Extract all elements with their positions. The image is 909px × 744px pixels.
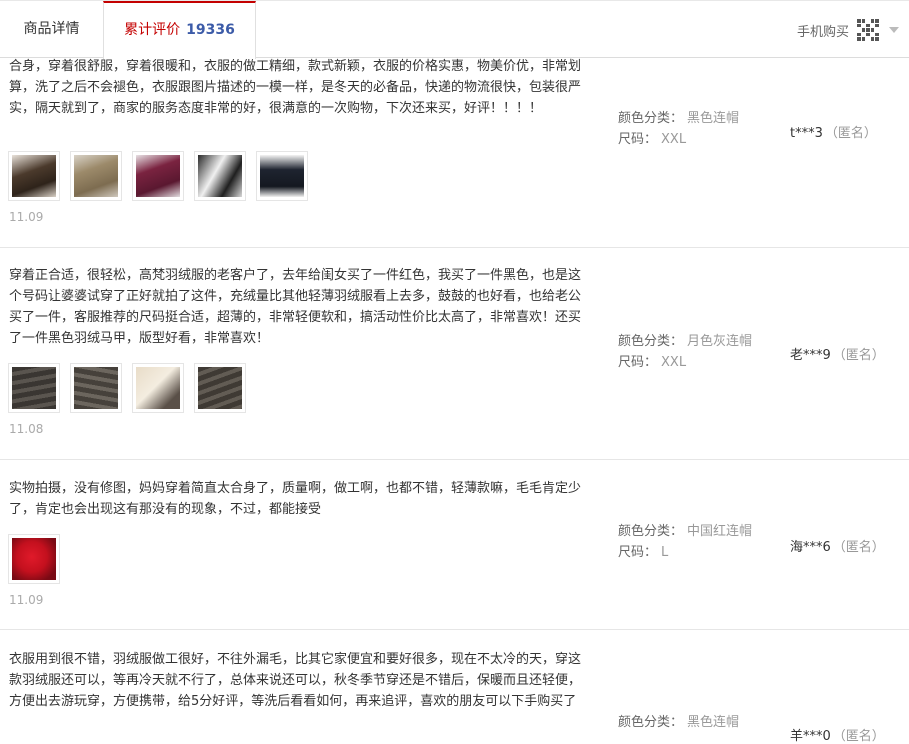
review-item: 合身，穿着很舒服，穿着很暖和，衣服的做工精细，款式新颖，衣服的价格实惠，物美价优… (0, 48, 909, 248)
review-user: 羊***0 （匿名） (790, 725, 885, 744)
review-text: 衣服用到很不错，羽绒服做工很好，不往外漏毛，比其它家便宜和要好很多，现在不太冷的… (9, 652, 582, 709)
size-value: XXL (661, 355, 687, 370)
review-photo[interactable] (132, 363, 184, 413)
anonymous-tag: （匿名） (832, 348, 885, 363)
tab-reviews-label: 累计评价 (124, 22, 181, 38)
user-name: 海***6 (790, 540, 831, 555)
review-date: 11.09 (9, 593, 44, 607)
review-user: 老***9 （匿名） (790, 344, 885, 363)
review-photo[interactable] (194, 363, 246, 413)
review-text: 合身，穿着很舒服，穿着很暖和，衣服的做工精细，款式新颖，衣服的价格实惠，物美价优… (9, 59, 582, 116)
review-item: 衣服用到很不错，羽绒服做工很好，不往外漏毛，比其它家便宜和要好很多，现在不太冷的… (0, 630, 909, 744)
review-photo[interactable] (70, 151, 122, 201)
review-date: 11.09 (9, 210, 44, 224)
review-sku: 颜色分类： 中国红连帽 尺码： L (618, 521, 752, 563)
review-user: t***3 （匿名） (790, 122, 877, 141)
review-sku: 颜色分类： 月色灰连帽 尺码： XXL (618, 331, 752, 373)
color-value: 黑色连帽 (687, 715, 740, 730)
review-text: 穿着正合适，很轻松，高梵羽绒服的老客户了，去年给闺女买了一件红色，我买了一件黑色… (9, 268, 582, 346)
review-item: 实物拍摄，没有修图，妈妈穿着简直太合身了，质量啊，做工啊，也都不错，轻薄款嘛，毛… (0, 460, 909, 630)
review-photo[interactable] (70, 363, 122, 413)
user-name: 老***9 (790, 348, 831, 363)
chevron-down-icon[interactable] (889, 27, 899, 33)
anonymous-tag: （匿名） (832, 540, 885, 555)
review-count: 19336 (186, 22, 235, 38)
color-value: 月色灰连帽 (687, 334, 753, 349)
review-sku: 颜色分类： 黑色连帽 (618, 712, 739, 733)
size-label: 尺码： (618, 132, 658, 147)
review-photo[interactable] (8, 534, 60, 584)
size-label: 尺码： (618, 355, 658, 370)
tab-product-detail[interactable]: 商品详情 (0, 1, 103, 58)
user-name: 羊***0 (790, 729, 831, 744)
size-value: XXL (661, 132, 687, 147)
color-label: 颜色分类： (618, 715, 684, 730)
anonymous-tag: （匿名） (832, 729, 885, 744)
review-text: 实物拍摄，没有修图，妈妈穿着简直太合身了，质量啊，做工啊，也都不错，轻薄款嘛，毛… (9, 481, 582, 517)
mobile-buy-label: 手机购买 (796, 24, 849, 40)
review-user: 海***6 （匿名） (790, 536, 885, 555)
review-photo[interactable] (8, 151, 60, 201)
mobile-buy[interactable]: 手机购买 (797, 17, 899, 43)
color-value: 黑色连帽 (687, 111, 740, 126)
review-photos (8, 151, 308, 201)
color-value: 中国红连帽 (687, 524, 753, 539)
tab-bar: 商品详情 累计评价 19336 手机购买 (0, 0, 909, 59)
qr-code-icon (857, 19, 879, 41)
review-photo[interactable] (8, 363, 60, 413)
review-photos (8, 363, 246, 413)
color-label: 颜色分类： (618, 524, 684, 539)
tab-reviews[interactable]: 累计评价 19336 (103, 1, 256, 59)
review-photo[interactable] (194, 151, 246, 201)
size-label: 尺码： (618, 545, 658, 560)
review-photo[interactable] (132, 151, 184, 201)
review-photos (8, 534, 60, 584)
review-photo[interactable] (256, 151, 308, 201)
review-sku: 颜色分类： 黑色连帽 尺码： XXL (618, 108, 739, 150)
anonymous-tag: （匿名） (824, 126, 877, 141)
review-date: 11.08 (9, 422, 44, 436)
user-name: t***3 (790, 126, 823, 141)
size-value: L (661, 545, 669, 560)
color-label: 颜色分类： (618, 334, 684, 349)
review-item: 穿着正合适，很轻松，高梵羽绒服的老客户了，去年给闺女买了一件红色，我买了一件黑色… (0, 248, 909, 460)
color-label: 颜色分类： (618, 111, 684, 126)
